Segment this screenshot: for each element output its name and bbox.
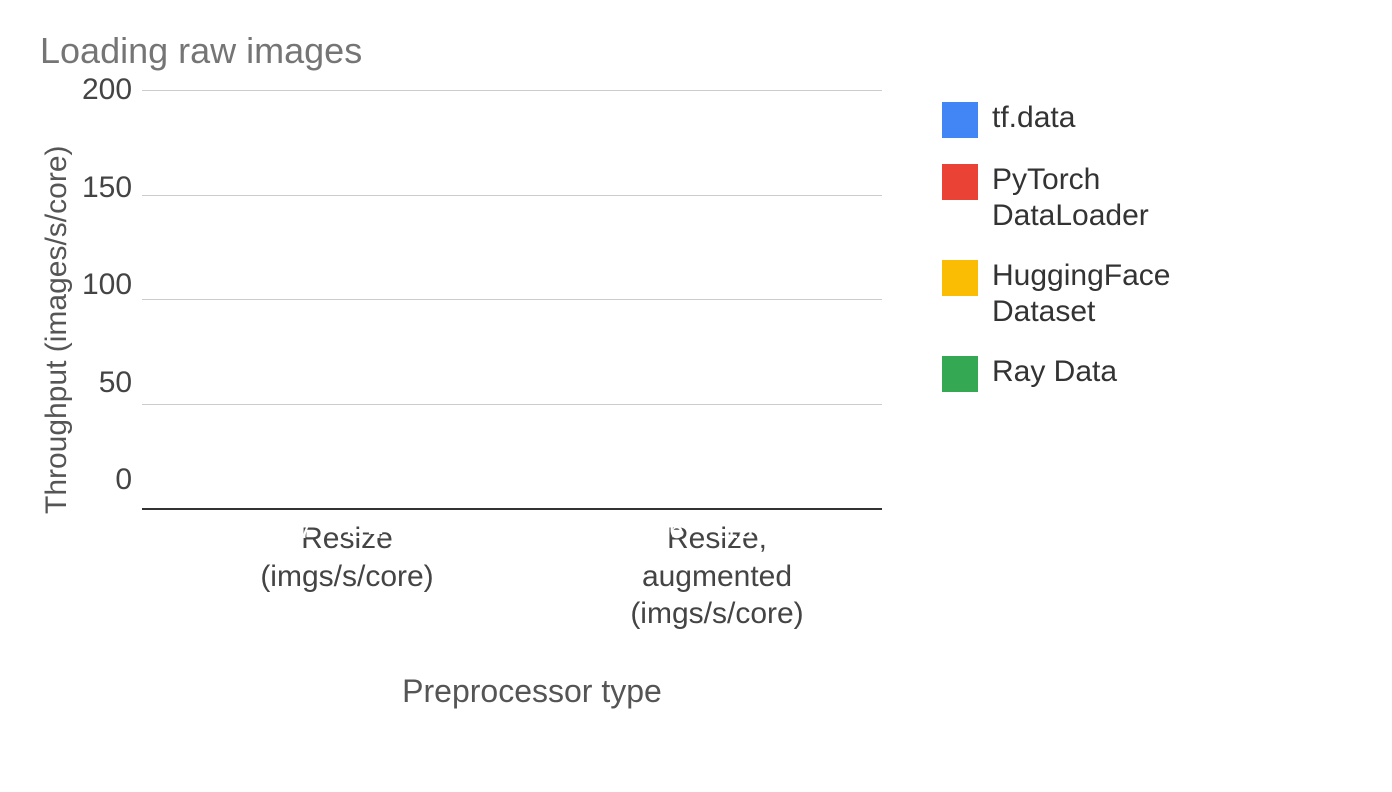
- y-tick: 0: [82, 465, 132, 495]
- bar-value-label: 113: [698, 514, 766, 545]
- chart-title: Loading raw images: [40, 30, 1340, 72]
- bar-value-label: 126: [628, 514, 696, 545]
- x-tick-line: augmented: [642, 560, 792, 593]
- legend-item: Ray Data: [942, 354, 1252, 392]
- legend-label: PyTorch DataLoader: [992, 162, 1252, 234]
- plot-column: 200 150 100 50 0 153: [82, 90, 902, 710]
- legend-swatch: [942, 356, 978, 392]
- x-tick-line: (imgs/s/core): [630, 597, 803, 630]
- y-tick: 150: [82, 173, 132, 203]
- chart-container: Loading raw images Throughput (images/s/…: [40, 30, 1340, 710]
- plot-area: 153 117 114 86: [142, 90, 882, 510]
- y-axis-label: Throughput (images/s/core): [40, 120, 74, 540]
- chart-body: Throughput (images/s/core) 200 150 100 5…: [40, 90, 1340, 710]
- legend-swatch: [942, 164, 978, 200]
- plot-row: 200 150 100 50 0 153: [82, 90, 902, 510]
- bar-groups: 153 117 114 86: [142, 90, 882, 508]
- bar-value-label: 86: [398, 514, 466, 545]
- bar-value-label: 85: [768, 514, 836, 545]
- legend-label: HuggingFace Dataset: [992, 258, 1252, 330]
- legend-swatch: [942, 102, 978, 138]
- y-tick: 200: [82, 75, 132, 105]
- legend-label: Ray Data: [992, 354, 1117, 390]
- legend: tf.data PyTorch DataLoader HuggingFace D…: [942, 100, 1252, 392]
- bar-value-label: 153: [188, 514, 256, 545]
- legend-label: tf.data: [992, 100, 1075, 136]
- y-tick: 100: [82, 270, 132, 300]
- x-axis-label: Preprocessor type: [162, 673, 902, 710]
- x-tick-line: (imgs/s/core): [260, 560, 433, 593]
- bar-value-label: 75: [558, 514, 626, 545]
- legend-swatch: [942, 260, 978, 296]
- legend-item: PyTorch DataLoader: [942, 162, 1252, 234]
- bar-value-label: 114: [328, 514, 396, 545]
- y-axis-ticks: 200 150 100 50 0: [82, 90, 132, 510]
- legend-item: tf.data: [942, 100, 1252, 138]
- legend-item: HuggingFace Dataset: [942, 258, 1252, 330]
- bar-value-label: 117: [258, 514, 326, 545]
- y-tick: 50: [82, 368, 132, 398]
